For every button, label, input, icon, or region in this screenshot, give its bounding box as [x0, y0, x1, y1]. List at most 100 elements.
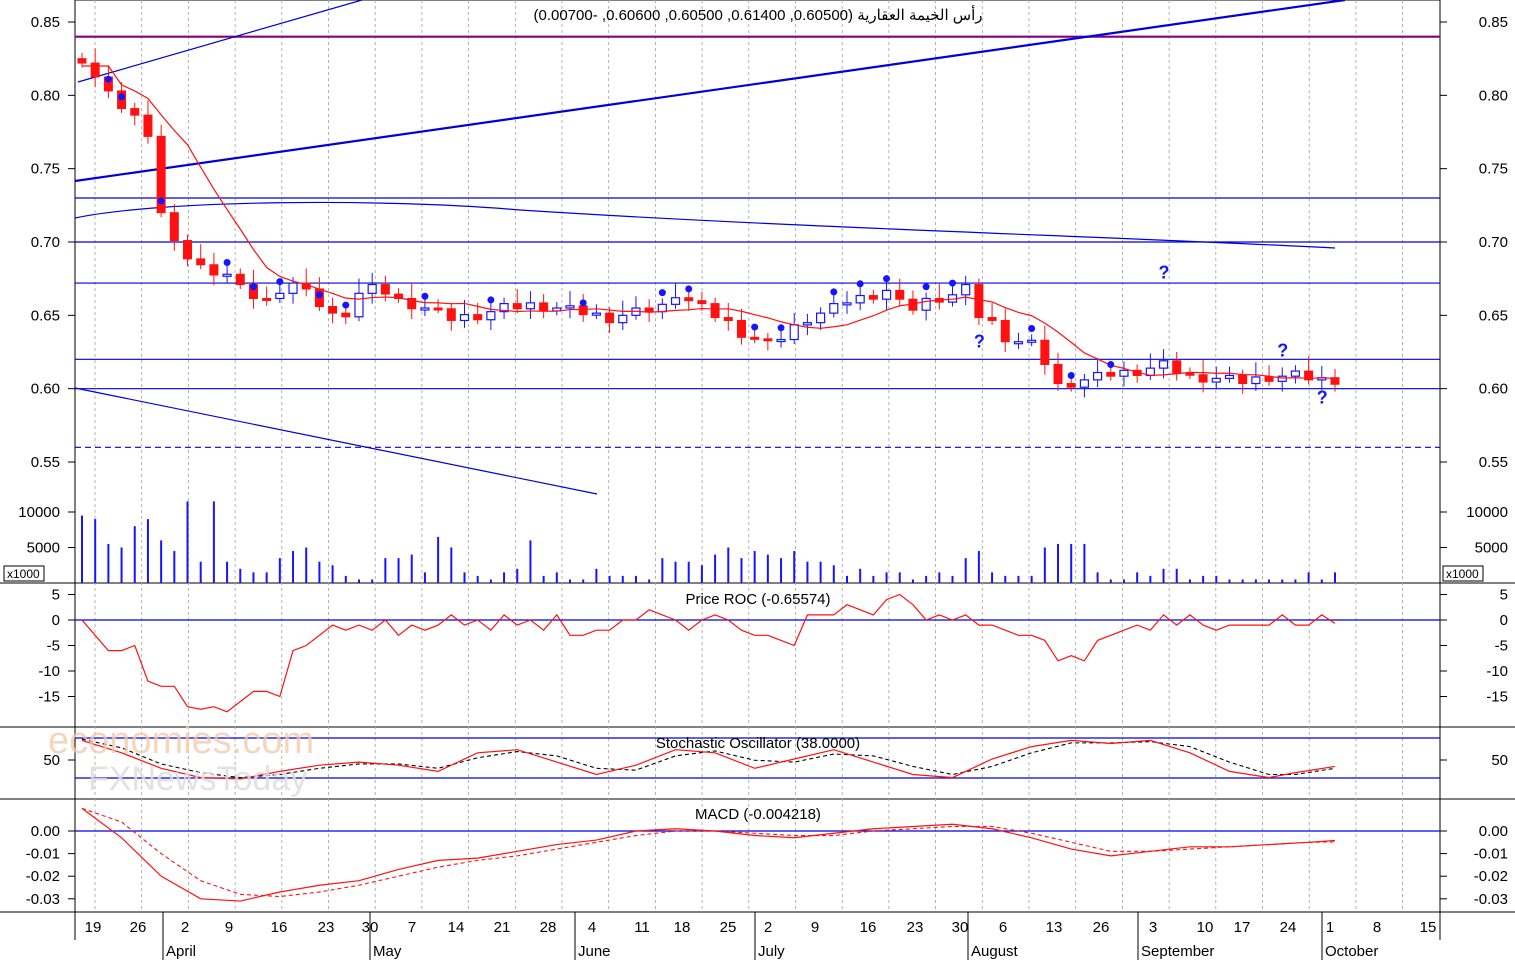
candle-body-up: [1251, 376, 1261, 385]
y-tick-label-right: -5: [1495, 638, 1508, 655]
candle-body-up: [816, 312, 826, 324]
x-day-label: 25: [720, 919, 737, 936]
x-day-label: 4: [588, 919, 596, 936]
x-month-label: May: [373, 943, 402, 960]
candle-body-down: [1053, 363, 1063, 385]
candle-body-down: [1198, 374, 1208, 383]
candle-body-up: [486, 311, 496, 321]
x-day-label: 11: [634, 919, 650, 936]
signal-dot: [1067, 371, 1075, 379]
candle-body-up: [1013, 341, 1024, 345]
y-tick-label-left: 0.65: [31, 307, 60, 324]
signal-dot: [658, 289, 666, 297]
volume-multiplier-right: x1000: [1446, 567, 1479, 581]
candle-body-down: [473, 314, 483, 321]
candle-body-down: [209, 264, 219, 276]
candle-body-down: [341, 312, 351, 318]
y-tick-label-right: -10: [1486, 663, 1508, 680]
x-day-label: 23: [318, 919, 335, 936]
y-tick-label-right: 0: [1500, 612, 1508, 629]
candle-body-down: [1238, 374, 1248, 385]
candle-body-down: [433, 307, 443, 311]
price-title: رأس الخيمة العقارية (0.60500, 0.61400, 0…: [533, 5, 982, 24]
x-day-label: 2: [181, 919, 189, 936]
y-tick-label-left: 0.00: [31, 823, 60, 840]
candle-body-down: [605, 312, 615, 324]
y-tick-label-right: -0.03: [1474, 891, 1508, 908]
y-tick-label-left: -10: [38, 663, 60, 680]
trendline-lower: [74, 387, 598, 495]
candle-body-up: [881, 289, 892, 300]
y-tick-label-right: 0.60: [1479, 381, 1508, 398]
stock-chart: ???? 0.85 0.85 0.80 0.80 0.75 0.75 0.70 0.70 0.6…: [0, 0, 1515, 960]
candle-body-down: [974, 284, 984, 319]
question-mark-marker: ?: [1277, 340, 1288, 360]
signal-dot: [579, 299, 587, 307]
x-day-label: 7: [408, 919, 416, 936]
y-tick-label-right: 0.65: [1479, 307, 1508, 324]
watermark-fxnewstoday: FXNewsToday: [88, 760, 307, 798]
x-day-label: 9: [811, 919, 819, 936]
y-tick-label-right: -15: [1486, 689, 1508, 706]
candle-body-up: [1211, 377, 1221, 383]
y-tick-label-right: 50: [1491, 752, 1508, 769]
x-month-label: June: [578, 943, 611, 960]
long-moving-average: [74, 201, 1336, 249]
candle-body-down: [1185, 372, 1195, 376]
candle-body-up: [776, 338, 786, 343]
candle-body-up: [288, 282, 298, 294]
candle-body-down: [987, 317, 997, 321]
signal-dot: [118, 93, 126, 101]
x-day-label: 6: [999, 919, 1007, 936]
candle-body-down: [77, 58, 87, 64]
signal-dot: [421, 292, 429, 300]
moving-average-line: [82, 65, 1336, 380]
candle-body-down: [539, 302, 549, 312]
x-day-label: 16: [271, 919, 288, 936]
y-tick-label-left: 5000: [27, 540, 60, 557]
x-month-label: April: [166, 943, 196, 960]
y-tick-label-right: 0.00: [1479, 823, 1508, 840]
y-tick-label-left: -0.02: [26, 868, 60, 885]
x-month-label: October: [1325, 943, 1378, 960]
y-tick-label-right: 0.70: [1479, 234, 1508, 251]
question-mark-marker: ?: [974, 332, 985, 352]
y-tick-label-left: -0.03: [26, 891, 60, 908]
candle-body-up: [1027, 339, 1037, 343]
x-day-label: 28: [540, 919, 557, 936]
candle-body-up: [1224, 374, 1235, 380]
candle-body-down: [868, 295, 878, 300]
x-day-label: 13: [1046, 919, 1063, 936]
x-day-label: 26: [1093, 919, 1110, 936]
y-tick-label-left: 0.75: [31, 161, 60, 178]
signal-dot: [104, 75, 112, 83]
trendline-upper-steep: [77, 0, 363, 83]
signal-dot: [1107, 360, 1115, 368]
candle-body-up: [420, 307, 430, 311]
y-tick-label-left: 0.85: [31, 14, 60, 31]
y-tick-label-left: -5: [47, 638, 60, 655]
volume-bars: [81, 501, 1336, 583]
candle-body-down: [697, 300, 707, 305]
trend-lines: [74, 0, 1346, 495]
question-mark-marker: ?: [1159, 263, 1170, 283]
roc-title: Price ROC (-0.65574): [685, 591, 830, 608]
signal-dots: [104, 75, 1115, 379]
x-day-label: 19: [85, 919, 102, 936]
candle-body-up: [367, 283, 377, 294]
y-tick-label-left: -0.01: [26, 846, 60, 863]
candle-body-down: [763, 338, 773, 342]
x-day-label: 9: [225, 919, 233, 936]
x-day-label: 10: [1197, 919, 1214, 936]
candle-body-down: [446, 308, 456, 321]
candle-body-up: [670, 297, 681, 305]
candle-body-down: [235, 273, 245, 286]
watermark-economies: economies.com: [48, 720, 314, 762]
candle-body-down: [143, 114, 153, 137]
x-day-label: 26: [130, 919, 147, 936]
y-tick-label-right: 5000: [1475, 540, 1508, 557]
candle-body-up: [1277, 375, 1287, 382]
y-tick-label-right: -0.01: [1474, 846, 1508, 863]
macd-title: MACD (-0.004218): [695, 806, 821, 823]
stochastic-title: Stochastic Oscillator (38.0000): [656, 735, 860, 752]
